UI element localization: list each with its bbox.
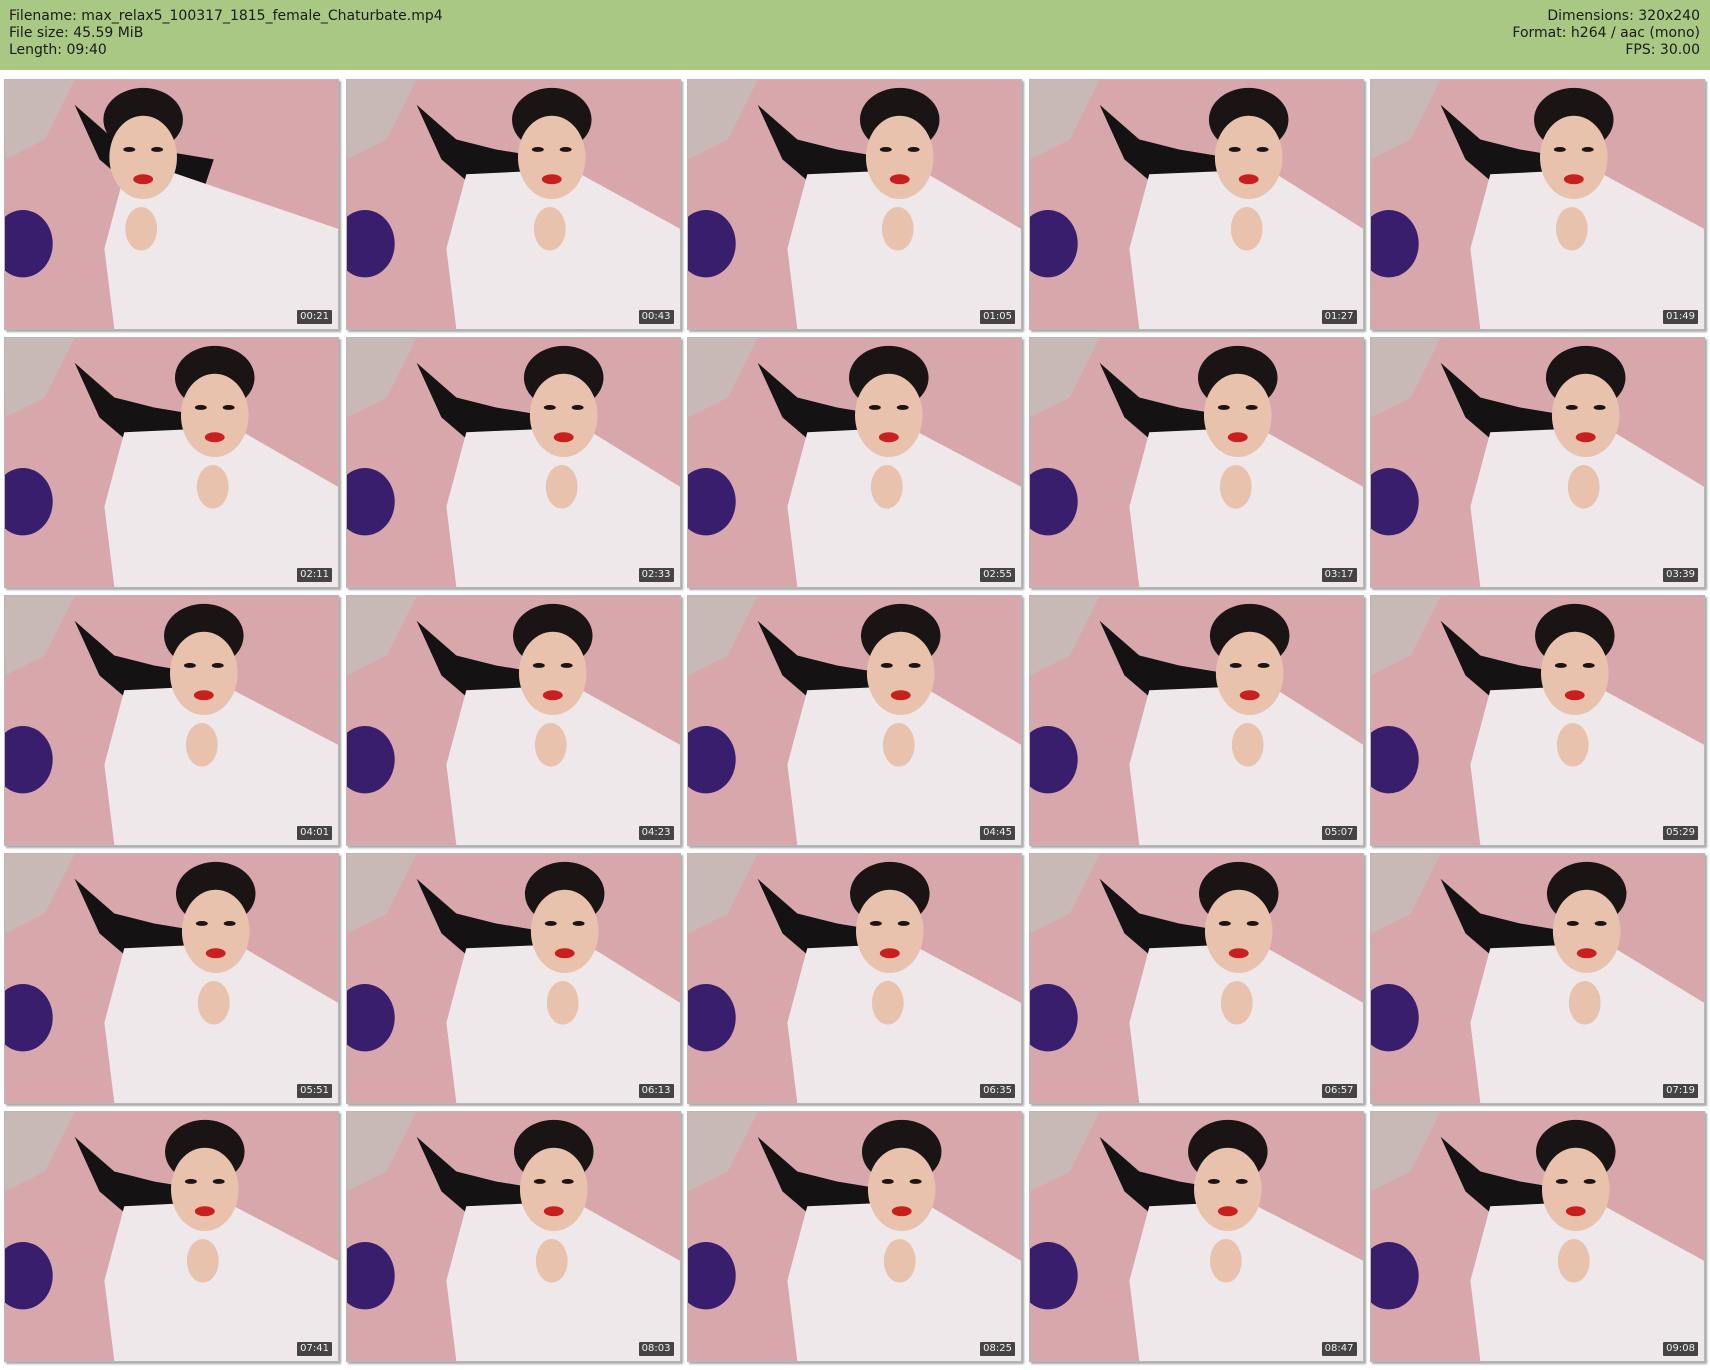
frame-image xyxy=(1029,338,1363,587)
format-text: Format: h264 / aac (mono) xyxy=(1512,25,1700,41)
video-thumbnail[interactable]: 04:45 xyxy=(687,595,1022,846)
file-info: Filename: max_relax5_100317_1815_female_… xyxy=(9,8,443,59)
timestamp-label: 08:47 xyxy=(1321,1342,1357,1356)
timestamp-label: 05:29 xyxy=(1663,826,1698,840)
timestamp-label: 03:39 xyxy=(1663,568,1698,582)
thumbnail-grid: 00:21 00:43 01:05 01:27 01:49 02:11 02:33 02:55… xyxy=(4,79,1705,1362)
frame-image xyxy=(346,80,680,329)
video-thumbnail[interactable]: 09:08 xyxy=(1370,1111,1705,1362)
filesize-text: File size: 45.59 MiB xyxy=(9,25,144,41)
timestamp-label: 02:11 xyxy=(297,568,332,582)
timestamp-label: 09:08 xyxy=(1663,1342,1698,1356)
frame-image xyxy=(346,1112,680,1361)
video-thumbnail[interactable]: 03:39 xyxy=(1370,337,1705,588)
frame-image xyxy=(346,596,680,845)
video-thumbnail[interactable]: 05:51 xyxy=(4,853,339,1104)
video-thumbnail[interactable]: 01:49 xyxy=(1370,79,1705,330)
timestamp-label: 06:13 xyxy=(638,1084,674,1098)
frame-image xyxy=(688,854,1021,1103)
timestamp-label: 04:01 xyxy=(297,826,332,840)
video-thumbnail[interactable]: 07:41 xyxy=(4,1111,339,1362)
video-thumbnail[interactable]: 05:29 xyxy=(1370,595,1705,846)
video-thumbnail[interactable]: 02:11 xyxy=(4,337,339,588)
dimensions-text: Dimensions: 320x240 xyxy=(1547,8,1700,24)
frame-image xyxy=(5,80,338,329)
frame-image xyxy=(688,1112,1021,1361)
timestamp-label: 01:49 xyxy=(1663,310,1698,324)
frame-image xyxy=(1029,854,1363,1103)
timestamp-label: 04:23 xyxy=(638,826,674,840)
info-header: Filename: max_relax5_100317_1815_female_… xyxy=(0,0,1710,70)
frame-image xyxy=(5,596,338,845)
video-thumbnail[interactable]: 00:21 xyxy=(4,79,339,330)
video-thumbnail[interactable]: 08:03 xyxy=(345,1111,681,1362)
timestamp-label: 02:33 xyxy=(638,568,674,582)
frame-image xyxy=(1371,596,1704,845)
frame-image xyxy=(5,1112,338,1361)
frame-image xyxy=(688,596,1021,845)
timestamp-label: 08:25 xyxy=(980,1342,1015,1356)
frame-image xyxy=(1371,80,1704,329)
frame-image xyxy=(5,854,338,1103)
frame-image xyxy=(1029,596,1363,845)
timestamp-label: 05:07 xyxy=(1321,826,1357,840)
video-thumbnail[interactable]: 08:47 xyxy=(1028,1111,1364,1362)
video-thumbnail[interactable]: 04:23 xyxy=(345,595,681,846)
timestamp-label: 01:05 xyxy=(980,310,1015,324)
frame-image xyxy=(1029,1112,1363,1361)
frame-image xyxy=(346,338,680,587)
frame-image xyxy=(688,80,1021,329)
filename-text: Filename: max_relax5_100317_1815_female_… xyxy=(9,8,443,24)
video-thumbnail[interactable]: 07:19 xyxy=(1370,853,1705,1104)
frame-image xyxy=(5,338,338,587)
timestamp-label: 08:03 xyxy=(638,1342,674,1356)
frame-image xyxy=(1371,338,1704,587)
video-thumbnail[interactable]: 06:35 xyxy=(687,853,1022,1104)
timestamp-label: 07:41 xyxy=(297,1342,332,1356)
video-thumbnail[interactable]: 08:25 xyxy=(687,1111,1022,1362)
video-thumbnail[interactable]: 02:33 xyxy=(345,337,681,588)
video-thumbnail[interactable]: 02:55 xyxy=(687,337,1022,588)
timestamp-label: 04:45 xyxy=(980,826,1015,840)
frame-image xyxy=(1371,854,1704,1103)
frame-image xyxy=(346,854,680,1103)
video-thumbnail[interactable]: 06:57 xyxy=(1028,853,1364,1104)
timestamp-label: 00:43 xyxy=(638,310,674,324)
timestamp-label: 02:55 xyxy=(980,568,1015,582)
video-thumbnail[interactable]: 03:17 xyxy=(1028,337,1364,588)
stream-info: Dimensions: 320x240 Format: h264 / aac (… xyxy=(1512,8,1700,59)
timestamp-label: 01:27 xyxy=(1321,310,1357,324)
frame-image xyxy=(1371,1112,1704,1361)
timestamp-label: 05:51 xyxy=(297,1084,332,1098)
timestamp-label: 07:19 xyxy=(1663,1084,1698,1098)
timestamp-label: 06:57 xyxy=(1321,1084,1357,1098)
fps-text: FPS: 30.00 xyxy=(1625,42,1700,58)
timestamp-label: 00:21 xyxy=(297,310,332,324)
length-text: Length: 09:40 xyxy=(9,42,107,58)
frame-image xyxy=(1029,80,1363,329)
video-thumbnail[interactable]: 01:05 xyxy=(687,79,1022,330)
video-thumbnail[interactable]: 04:01 xyxy=(4,595,339,846)
video-thumbnail[interactable]: 00:43 xyxy=(345,79,681,330)
timestamp-label: 06:35 xyxy=(980,1084,1015,1098)
frame-image xyxy=(688,338,1021,587)
video-thumbnail[interactable]: 06:13 xyxy=(345,853,681,1104)
video-thumbnail[interactable]: 01:27 xyxy=(1028,79,1364,330)
video-thumbnail[interactable]: 05:07 xyxy=(1028,595,1364,846)
timestamp-label: 03:17 xyxy=(1321,568,1357,582)
